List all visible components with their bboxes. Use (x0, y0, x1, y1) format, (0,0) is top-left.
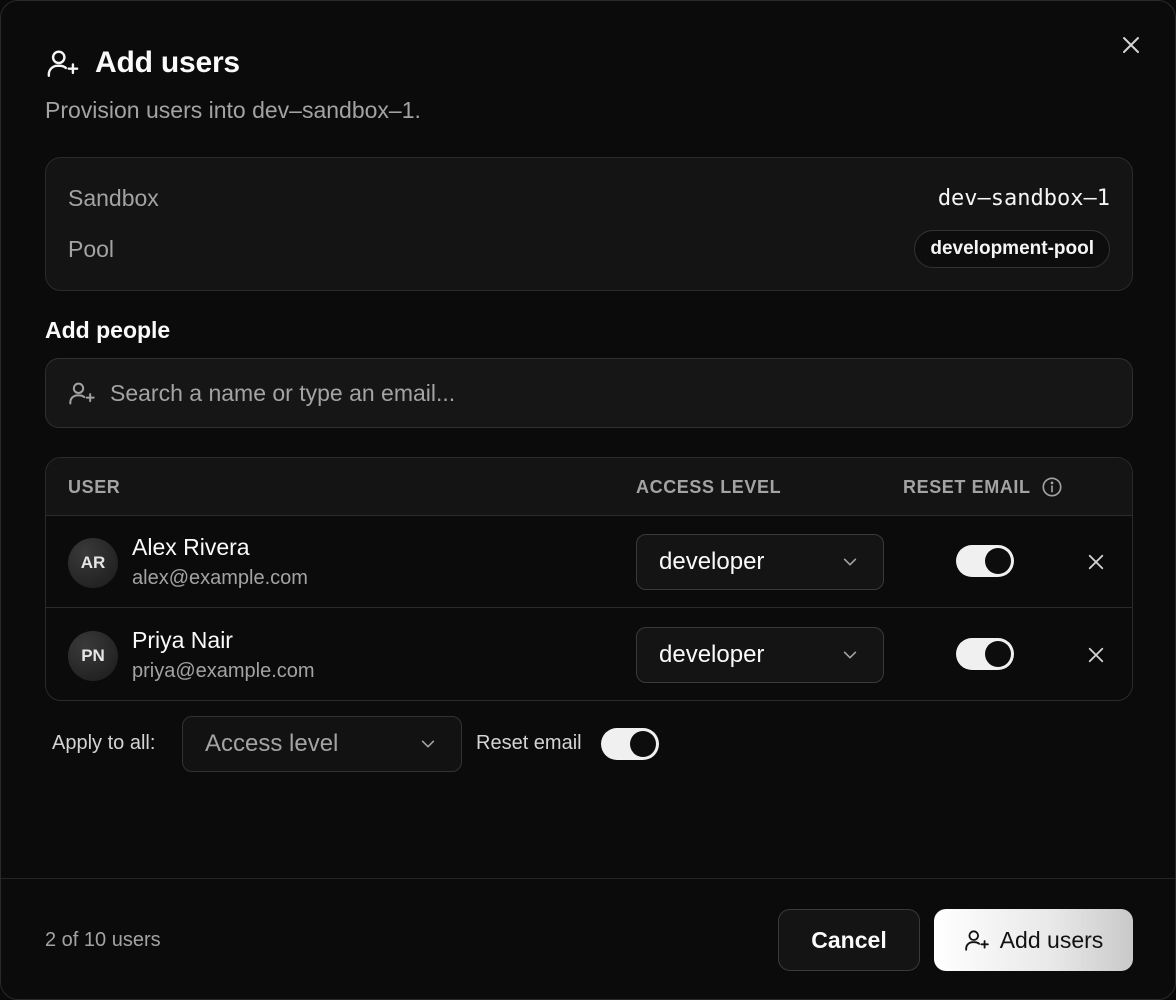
dialog-header: Add users Provision users into dev–sandb… (45, 41, 1131, 124)
user-plus-icon (964, 930, 989, 951)
avatar: AR (68, 538, 118, 588)
dialog-footer: 2 of 10 users Cancel Add users (1, 878, 1175, 999)
user-plus-icon (69, 382, 95, 405)
remove-user-button[interactable] (1084, 550, 1108, 574)
chevron-down-icon (843, 651, 857, 659)
user-name: Alex Rivera (132, 534, 250, 560)
apply-access-level-placeholder: Access level (205, 730, 339, 757)
column-header-reset-email: RESET EMAIL (903, 458, 1063, 516)
table-header: USER ACCESS LEVEL RESET EMAIL (46, 458, 1132, 516)
reset-email-header-label: RESET EMAIL (903, 476, 1031, 497)
chevron-down-icon (421, 740, 435, 748)
sandbox-value: dev–sandbox–1 (937, 185, 1110, 211)
add-users-button[interactable]: Add users (934, 909, 1133, 971)
users-table: USER ACCESS LEVEL RESET EMAIL AR Alex Ri… (45, 457, 1133, 701)
access-level-value: developer (659, 641, 765, 668)
sandbox-label: Sandbox (68, 184, 159, 211)
user-name: Priya Nair (132, 627, 233, 653)
toggle-knob (985, 548, 1011, 574)
apply-reset-email-label: Reset email (476, 732, 582, 754)
search-input[interactable] (110, 379, 1132, 407)
apply-to-all-row: Apply to all: Access level Reset email (52, 716, 752, 772)
cancel-button[interactable]: Cancel (778, 909, 920, 971)
reset-email-toggle[interactable] (956, 638, 1014, 670)
apply-to-all-label: Apply to all: (52, 732, 156, 754)
user-plus-icon (45, 45, 81, 81)
info-icon[interactable] (1041, 476, 1063, 498)
pool-row: Pool development-pool (68, 229, 1110, 269)
table-row: PN Priya Nair priya@example.com develope… (46, 609, 1132, 700)
avatar: PN (68, 631, 118, 681)
add-users-dialog: Add users Provision users into dev–sandb… (0, 0, 1176, 1000)
add-people-label: Add people (45, 317, 171, 343)
chevron-down-icon (843, 558, 857, 566)
access-level-value: developer (659, 548, 765, 575)
dialog-subtitle: Provision users into dev–sandbox–1. (45, 97, 421, 123)
user-count: 2 of 10 users (45, 929, 161, 951)
title-row: Add users (45, 41, 1131, 85)
column-header-user: USER (68, 476, 121, 497)
column-header-access-level: ACCESS LEVEL (636, 476, 782, 497)
dialog-title: Add users (95, 46, 240, 79)
apply-access-level-select[interactable]: Access level (182, 716, 462, 772)
add-users-button-label: Add users (999, 926, 1104, 953)
table-row: AR Alex Rivera alex@example.com develope… (46, 516, 1132, 608)
close-icon (1123, 37, 1139, 53)
sandbox-info-card: Sandbox dev–sandbox–1 Pool development-p… (45, 157, 1133, 291)
toggle-knob (630, 731, 656, 757)
pool-label: Pool (68, 235, 115, 262)
remove-user-button[interactable] (1084, 643, 1108, 667)
close-icon (1088, 647, 1104, 663)
reset-email-toggle[interactable] (956, 545, 1014, 577)
close-icon (1088, 554, 1104, 570)
toggle-knob (985, 641, 1011, 667)
apply-reset-email-toggle[interactable] (601, 728, 659, 760)
sandbox-row: Sandbox dev–sandbox–1 (68, 178, 1110, 218)
close-button[interactable] (1117, 31, 1145, 59)
access-level-select[interactable]: developer (636, 534, 884, 590)
user-email: priya@example.com (132, 660, 315, 682)
access-level-select[interactable]: developer (636, 627, 884, 683)
pool-badge: development-pool (914, 230, 1110, 268)
search-field[interactable] (45, 358, 1133, 428)
user-email: alex@example.com (132, 567, 308, 589)
